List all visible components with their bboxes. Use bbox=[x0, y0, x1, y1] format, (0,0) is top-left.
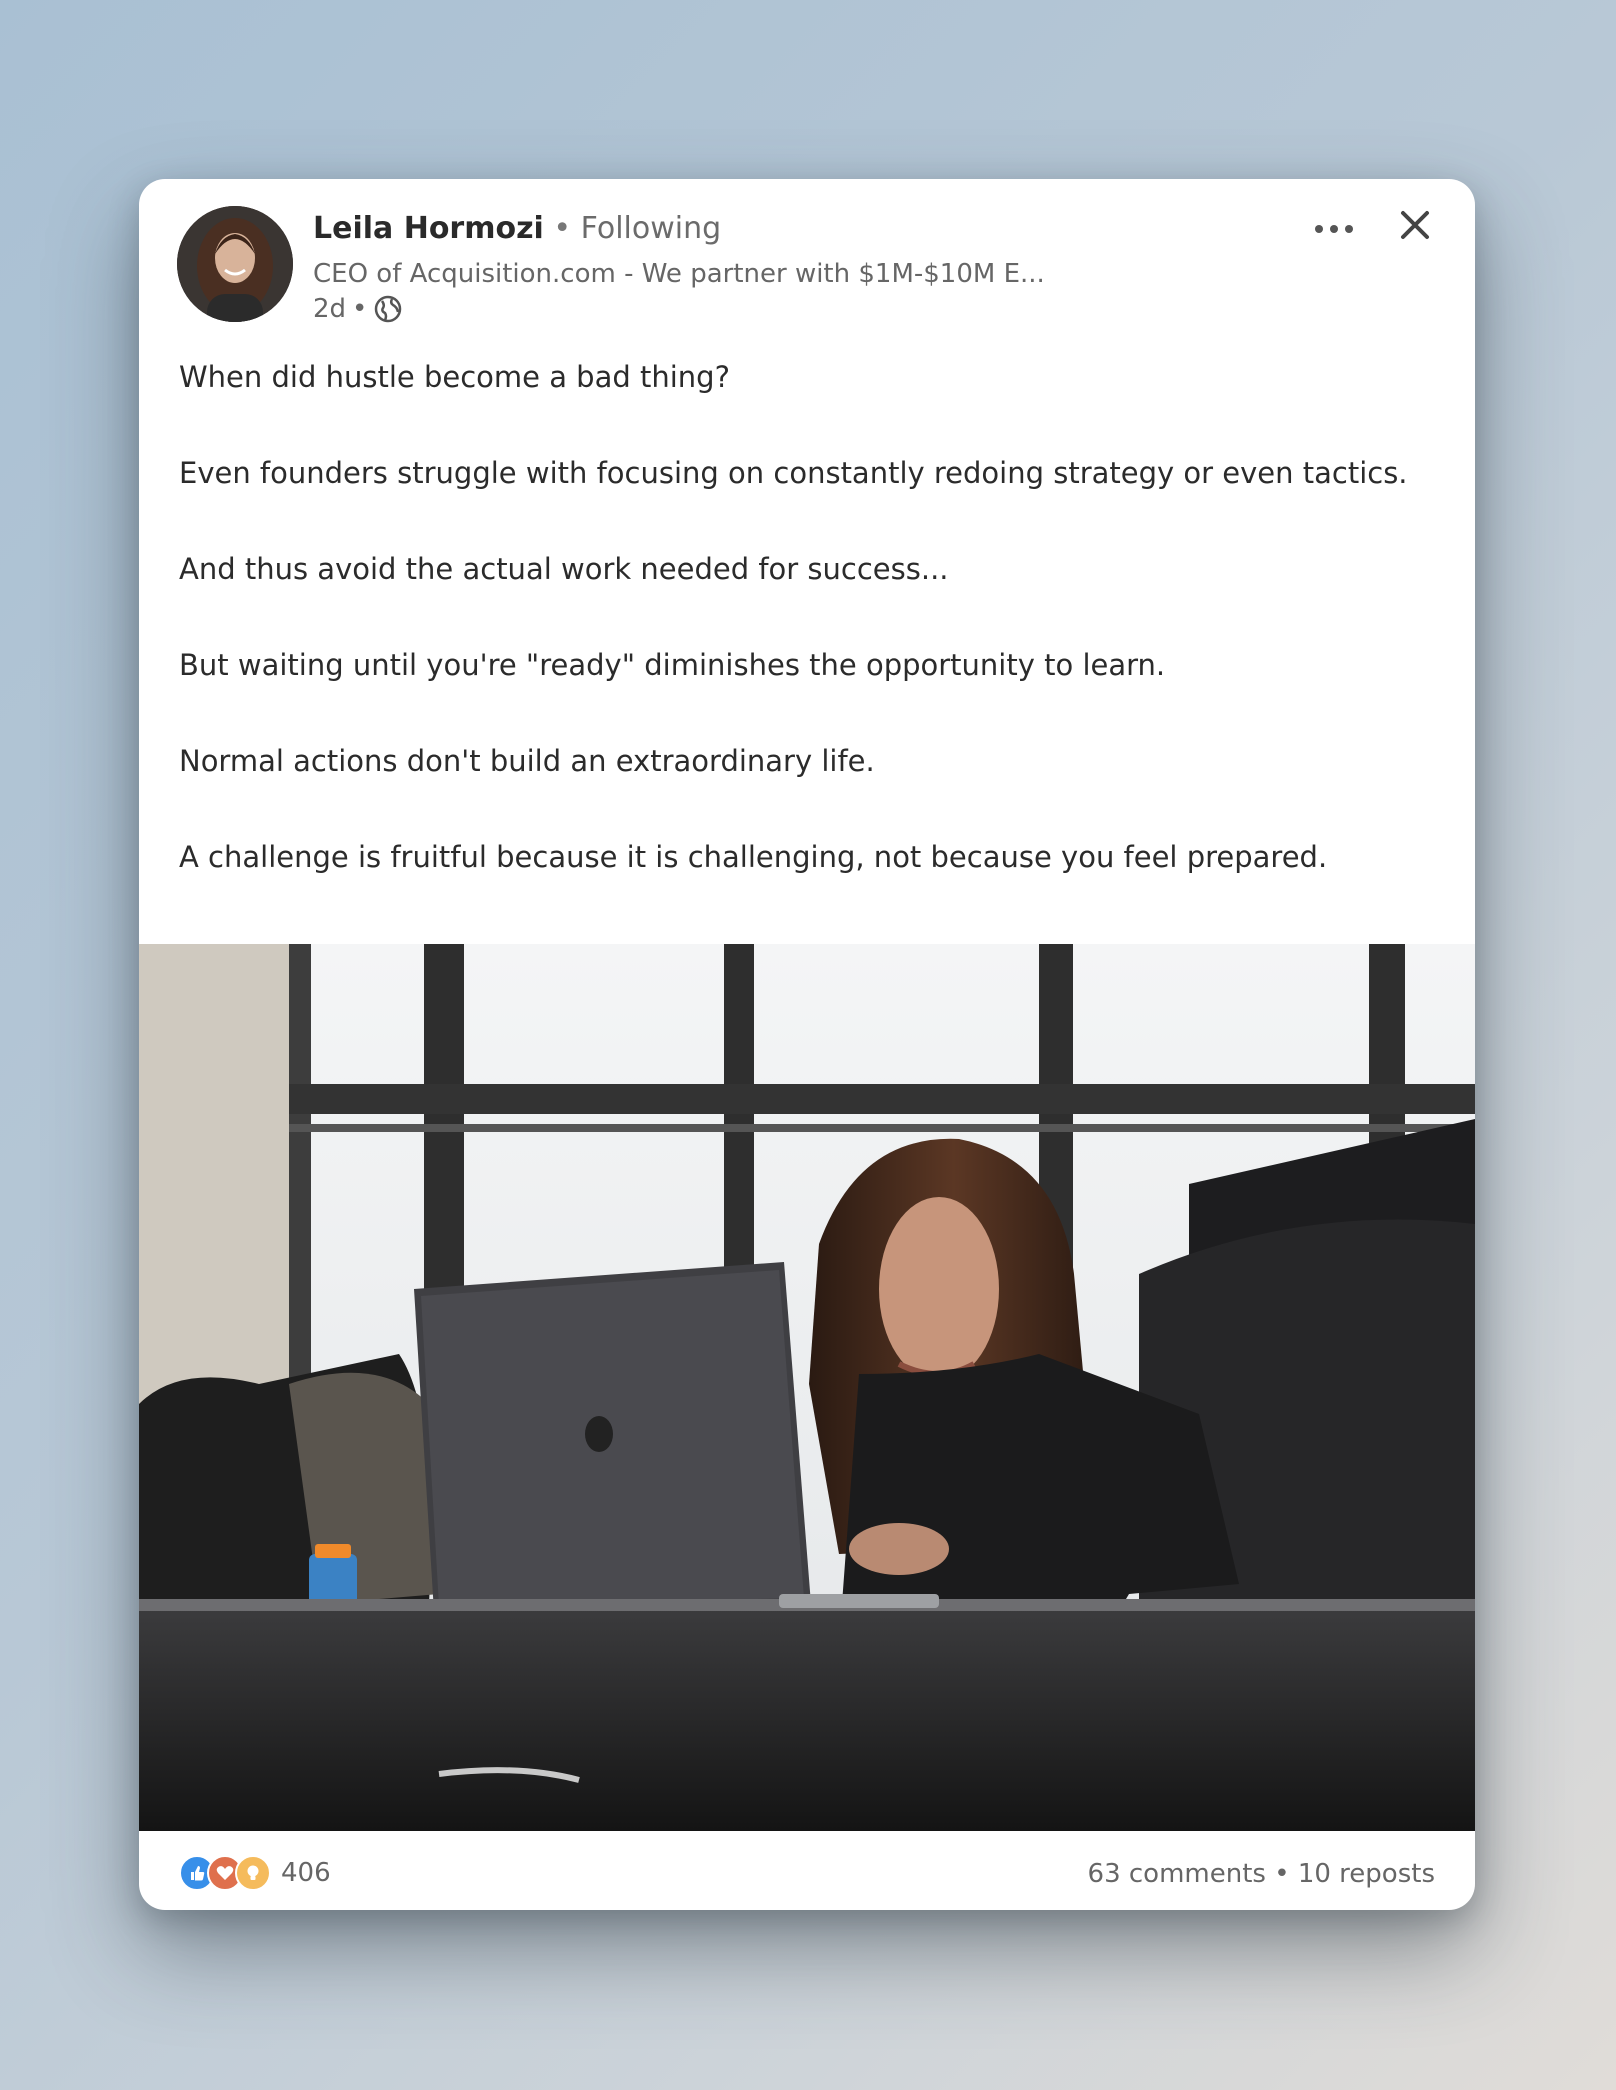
post-paragraph: When did hustle become a bad thing? bbox=[179, 360, 730, 394]
post-paragraph: But waiting until you're "ready" diminis… bbox=[179, 648, 1166, 682]
avatar-image bbox=[177, 206, 293, 322]
author-name[interactable]: Leila Hormozi bbox=[313, 211, 544, 246]
post-paragraph: Normal actions don't build an extraordin… bbox=[179, 744, 875, 778]
time-separator: • bbox=[352, 294, 368, 324]
globe-icon bbox=[375, 295, 402, 323]
more-options-button[interactable] bbox=[1299, 209, 1369, 249]
post-header: Leila Hormozi • Following CEO of Acquisi… bbox=[139, 179, 1475, 339]
post-stats: 63 comments • 10 reposts bbox=[1088, 1859, 1435, 1889]
stats-separator: • bbox=[1274, 1859, 1290, 1889]
author-avatar[interactable] bbox=[177, 206, 293, 322]
reposts-link[interactable]: 10 reposts bbox=[1298, 1859, 1435, 1889]
name-separator: • bbox=[553, 211, 572, 246]
reaction-count: 406 bbox=[281, 1858, 331, 1888]
more-horizontal-icon bbox=[1315, 225, 1323, 233]
reactions-summary[interactable]: 406 bbox=[179, 1855, 331, 1891]
author-name-line: Leila Hormozi • Following bbox=[313, 211, 721, 246]
screenshot-frame: Leila Hormozi • Following CEO of Acquisi… bbox=[0, 0, 1616, 2090]
post-paragraph: Even founders struggle with focusing on … bbox=[179, 456, 1408, 490]
post-footer: 406 63 comments • 10 reposts bbox=[139, 1831, 1475, 1910]
comments-link[interactable]: 63 comments bbox=[1088, 1859, 1266, 1889]
more-dot bbox=[1330, 225, 1338, 233]
post-card: Leila Hormozi • Following CEO of Acquisi… bbox=[139, 179, 1475, 1910]
more-dot bbox=[1345, 225, 1353, 233]
follow-status[interactable]: Following bbox=[581, 211, 722, 246]
post-photo bbox=[139, 944, 1475, 1831]
post-text: When did hustle become a bad thing? Even… bbox=[179, 353, 1439, 929]
close-icon[interactable] bbox=[1391, 201, 1439, 249]
post-paragraph: And thus avoid the actual work needed fo… bbox=[179, 552, 949, 586]
post-time: 2d bbox=[313, 294, 347, 324]
post-image[interactable] bbox=[139, 944, 1475, 1831]
insightful-reaction-icon bbox=[235, 1855, 271, 1891]
author-headline: CEO of Acquisition.com - We partner with… bbox=[313, 259, 1045, 289]
post-meta: 2d • bbox=[313, 294, 403, 324]
post-paragraph: A challenge is fruitful because it is ch… bbox=[179, 840, 1328, 874]
